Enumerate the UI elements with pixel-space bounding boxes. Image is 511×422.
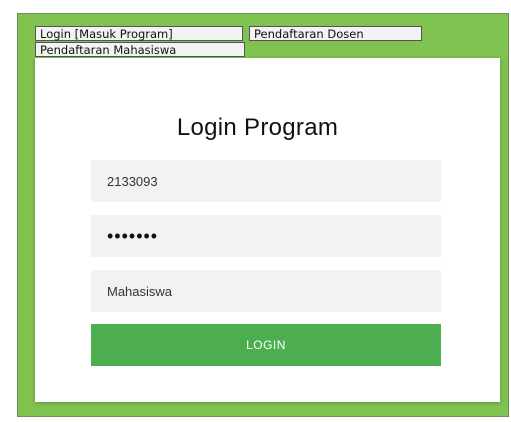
tab-login[interactable]: Login [Masuk Program] [35,26,243,41]
login-button[interactable]: LOGIN [91,324,441,366]
tab-pendaftaran-dosen[interactable]: Pendaftaran Dosen [249,26,422,41]
role-field[interactable] [91,270,441,312]
username-field[interactable] [91,160,441,202]
page-title: Login Program [176,114,339,141]
password-field[interactable] [91,215,441,257]
tab-pendaftaran-mahasiswa[interactable]: Pendaftaran Mahasiswa [35,42,245,57]
login-card: Login Program LOGIN [35,58,500,402]
